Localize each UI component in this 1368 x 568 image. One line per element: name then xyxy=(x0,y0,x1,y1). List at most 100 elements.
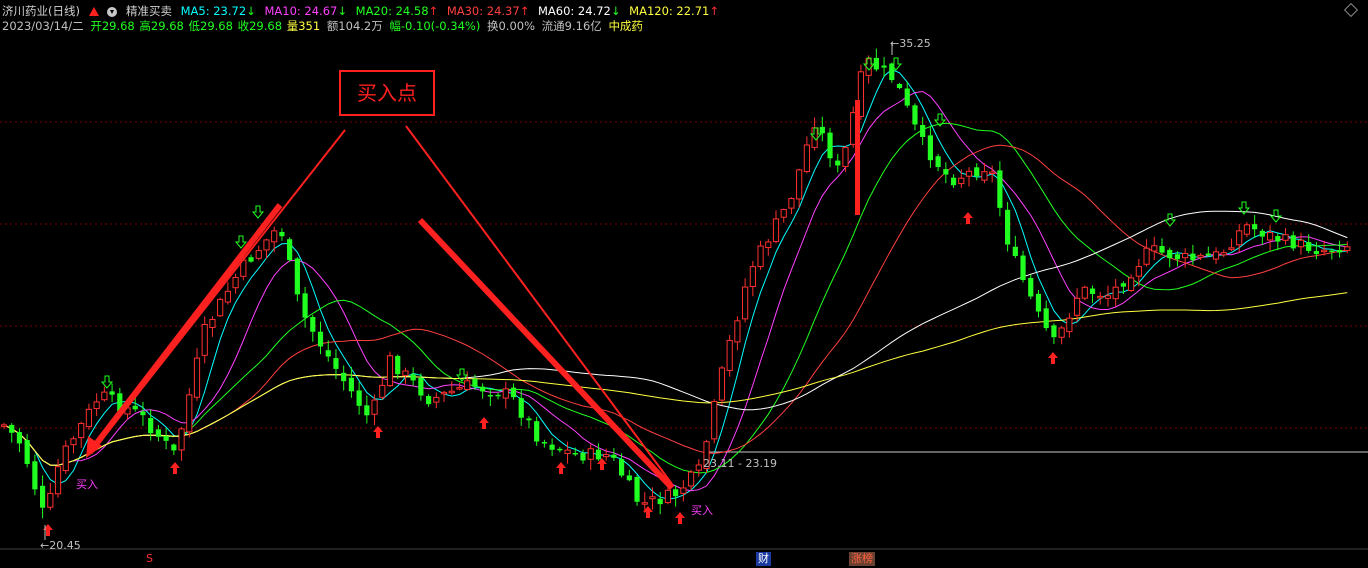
ma10-line xyxy=(3,90,1348,492)
candle-body-up xyxy=(1182,252,1189,259)
candle-body-down xyxy=(827,132,833,159)
candle-body-up xyxy=(93,401,100,410)
candle-body-down xyxy=(356,390,362,406)
candle-body-down xyxy=(1051,325,1057,338)
candle-body-up xyxy=(1197,254,1204,258)
candle-body-up xyxy=(217,298,224,317)
ma5-label: MA5: 23.72↓ xyxy=(180,4,256,18)
candle-body-down xyxy=(410,374,416,381)
buy-arrow-icon xyxy=(963,212,973,224)
kline-chart[interactable] xyxy=(0,0,1368,568)
stock-name[interactable]: 济川药业(日线) xyxy=(2,4,80,18)
candle-body-up xyxy=(193,357,201,398)
ma60-label: MA60: 24.72↓ xyxy=(537,4,621,18)
candle-body-down xyxy=(595,449,602,460)
trend-arrow-right xyxy=(417,217,675,491)
candle-body-up xyxy=(209,318,216,328)
candle-body-down xyxy=(920,124,926,137)
candle-body-up xyxy=(1266,232,1274,241)
candle-body-up xyxy=(1236,230,1243,246)
candle-body-down xyxy=(626,475,632,481)
candle-body-up xyxy=(641,502,648,505)
candle-body-up xyxy=(757,245,764,268)
candle-body-up xyxy=(1112,286,1119,300)
candle-body-up xyxy=(788,198,795,209)
candle-body-up xyxy=(271,230,278,243)
candle-body-down xyxy=(132,405,138,410)
candle-body-down xyxy=(1120,283,1126,287)
candle-body-up xyxy=(649,496,656,500)
limit-list-marker[interactable]: 涨榜 xyxy=(849,552,875,566)
candle-body-up xyxy=(718,367,726,401)
candle-body-down xyxy=(109,391,115,395)
candle-body-up xyxy=(47,492,54,508)
candle-body-down xyxy=(163,435,169,441)
candle-body-down xyxy=(835,160,841,166)
candle-body-down xyxy=(1275,236,1281,242)
candle-body-up xyxy=(224,290,231,303)
finance-marker[interactable]: 财 xyxy=(756,552,771,566)
candle-body-up xyxy=(765,241,772,249)
candle-body-up xyxy=(1097,295,1104,299)
candle-body-down xyxy=(333,358,339,369)
candle-body-down xyxy=(32,461,38,490)
candle-body-up xyxy=(726,340,733,371)
indicator-name[interactable]: 精准买卖 xyxy=(126,4,172,18)
candle-body-up xyxy=(0,424,8,427)
sell-arrow-icon xyxy=(100,375,114,389)
candle-body-up xyxy=(1243,224,1251,235)
quote-float: 流通9.16亿 xyxy=(541,19,602,33)
candle-body-down xyxy=(294,258,300,295)
candle-body-down xyxy=(611,454,617,458)
candle-body-up xyxy=(1344,246,1351,251)
candle-body-down xyxy=(1159,246,1165,253)
candle-body-down xyxy=(248,257,254,262)
candle-body-down xyxy=(418,377,424,396)
candle-body-down xyxy=(1005,209,1011,245)
candle-body-down xyxy=(148,418,154,434)
candle-body-up xyxy=(989,171,996,175)
ma20-label: MA20: 24.58↑ xyxy=(355,4,439,18)
candle-body-down xyxy=(24,440,30,465)
candle-body-up xyxy=(1212,251,1220,260)
candle-body-down xyxy=(1174,254,1181,260)
buy-arrow-icon xyxy=(675,512,685,524)
candle-body-up xyxy=(1104,295,1112,299)
candle-body-down xyxy=(140,411,146,416)
indicator-header: 济川药业(日线) 精准买卖 MA5: 23.72↓ MA10: 24.67↓ M… xyxy=(2,3,724,19)
candle-body-down xyxy=(348,377,354,392)
candle-body-up xyxy=(734,320,741,343)
high-extreme-label: ←35.25 xyxy=(890,37,931,50)
candle-body-up xyxy=(1228,247,1235,250)
candle-body-up xyxy=(564,449,571,454)
candle-body-up xyxy=(1058,327,1065,338)
quote-concept[interactable]: 中成药 xyxy=(608,19,643,33)
candle-body-up xyxy=(742,286,749,320)
ma120-label: MA120: 22.71↑ xyxy=(629,4,719,18)
buy-arrow-icon xyxy=(556,462,566,474)
candle-body-down xyxy=(1089,288,1096,295)
candle-body-down xyxy=(472,379,478,387)
cursor-range-label: 23.11 - 23.19 xyxy=(703,457,777,470)
candle-body-down xyxy=(310,316,316,332)
candle-body-up xyxy=(1081,286,1088,299)
candle-body-up xyxy=(78,422,85,439)
candle-body-down xyxy=(997,170,1003,208)
buy-label-left: 买入 xyxy=(76,478,98,491)
candle-body-down xyxy=(1043,308,1049,329)
quote-volume: 量351 xyxy=(286,19,321,33)
candle-body-down xyxy=(1028,278,1034,297)
candle-body-down xyxy=(927,135,933,161)
trend-arrow-left xyxy=(87,203,283,454)
buy-arrow-icon xyxy=(1048,352,1058,364)
candle-body-up xyxy=(780,209,787,218)
candle-body-down xyxy=(1252,224,1258,230)
candle-body-down xyxy=(510,387,517,398)
candle-body-down xyxy=(1290,235,1296,249)
dropdown-circle-icon[interactable] xyxy=(107,6,118,17)
buy-label-right: 买入 xyxy=(691,504,713,517)
s-marker[interactable]: S xyxy=(144,552,155,566)
candle-body-down xyxy=(16,432,23,444)
quote-amount: 额104.2万 xyxy=(326,19,383,33)
candle-body-up xyxy=(263,239,270,251)
